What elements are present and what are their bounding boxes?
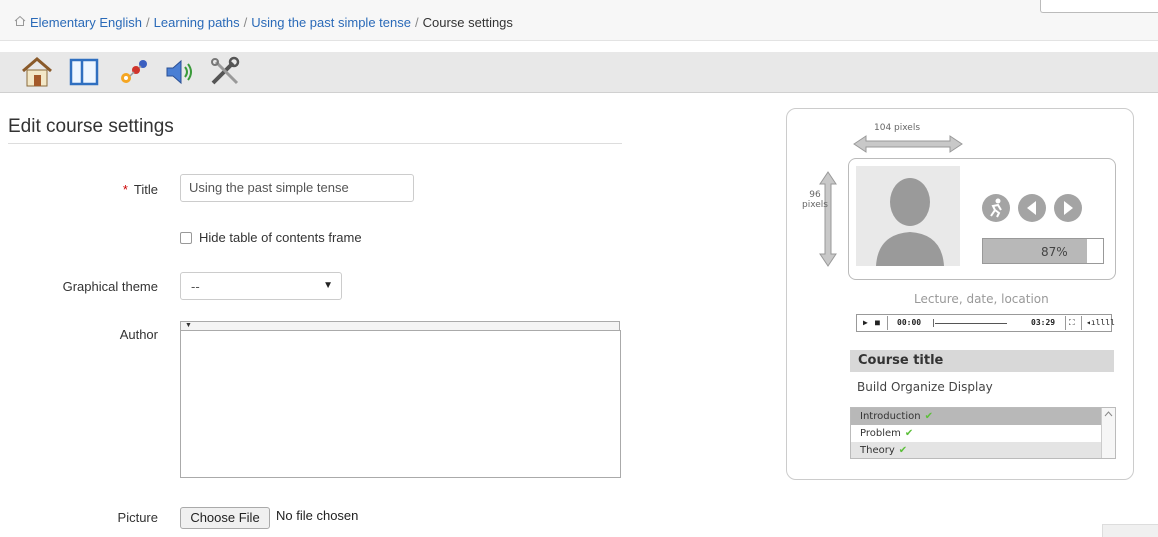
- toc-item[interactable]: Theory ✔: [851, 442, 1103, 458]
- volume-icon[interactable]: ◂ıllll: [1086, 318, 1115, 327]
- chevron-down-icon: ▼: [323, 280, 333, 291]
- breadcrumb: Elementary English / Learning paths / Using …: [30, 15, 513, 30]
- menu-item-organize[interactable]: Organize: [891, 380, 945, 394]
- toc-item[interactable]: Introduction ✔: [851, 408, 1103, 425]
- media-start-time: 00:00: [897, 318, 922, 327]
- breadcrumb-separator: /: [146, 15, 150, 30]
- media-divider: [887, 316, 888, 330]
- toolbar: [0, 52, 1158, 93]
- title-input[interactable]: Using the past simple tense: [180, 174, 414, 202]
- build-icon: [121, 60, 147, 83]
- course-title: Course title: [858, 353, 944, 368]
- toc-item-label: Problem: [860, 428, 901, 439]
- breadcrumb-bar: Elementary English / Learning paths / Using …: [0, 0, 1158, 41]
- breadcrumb-link-learning-paths[interactable]: Learning paths: [154, 15, 240, 30]
- no-file-text: No file chosen: [276, 508, 359, 523]
- stop-icon[interactable]: ■: [875, 318, 880, 327]
- progress-text: 87%: [1041, 245, 1068, 259]
- preview-menu: Build Organize Display: [857, 380, 993, 394]
- theme-label: Graphical theme: [62, 279, 158, 294]
- toc-layout-button[interactable]: [68, 56, 102, 88]
- menu-item-build[interactable]: Build: [857, 380, 887, 394]
- search-box-edge[interactable]: [1040, 0, 1158, 13]
- breadcrumb-link-course[interactable]: Elementary English: [30, 15, 142, 30]
- height-label: 96 pixels: [800, 190, 830, 210]
- title-divider: [8, 143, 622, 144]
- progress-fill: [983, 239, 1088, 263]
- width-arrow-icon: [853, 135, 963, 153]
- avatar-silhouette-icon: [876, 178, 944, 266]
- audio-icon: [166, 59, 192, 85]
- media-end-time: 03:29: [1031, 318, 1056, 327]
- scroll-up-icon[interactable]: [1102, 408, 1115, 420]
- seek-track[interactable]: [935, 323, 1007, 324]
- choose-file-button[interactable]: Choose File: [180, 507, 270, 529]
- title-label: * Title: [100, 182, 158, 197]
- previous-button[interactable]: [1018, 194, 1046, 222]
- runner-button[interactable]: [982, 194, 1010, 222]
- audio-button[interactable]: [164, 56, 198, 88]
- editor-toolbar[interactable]: ▼: [180, 321, 620, 330]
- check-icon: ✔: [898, 445, 908, 456]
- width-label: 104 pixels: [874, 123, 921, 133]
- home-icon: [22, 57, 52, 87]
- toc-item-label: Introduction: [860, 411, 921, 422]
- breadcrumb-separator: /: [414, 15, 419, 30]
- toolbar-toggle-icon[interactable]: ▼: [185, 322, 192, 330]
- lecture-info: Lecture, date, location: [914, 292, 1049, 306]
- course-title-bar: Course title: [850, 350, 1114, 372]
- toc-item[interactable]: Problem ✔: [851, 425, 1103, 442]
- height-arrow-icon: [819, 171, 837, 267]
- avatar: [856, 166, 960, 266]
- breadcrumb-link-path[interactable]: Using the past simple tense: [251, 15, 411, 30]
- menu-item-display[interactable]: Display: [949, 380, 993, 394]
- theme-select-value: --: [191, 279, 200, 294]
- picture-label: Picture: [117, 510, 158, 525]
- author-label: Author: [119, 327, 158, 342]
- home-icon[interactable]: [14, 15, 26, 27]
- play-icon[interactable]: ▶: [863, 318, 868, 327]
- media-player: ▶ ■ 00:00 | 03:29 ⛶ ◂ıllll: [856, 314, 1115, 332]
- height-unit: pixels: [802, 200, 828, 210]
- bottom-corner-widget: [1102, 524, 1158, 537]
- required-mark: *: [122, 182, 128, 197]
- build-button[interactable]: [116, 56, 150, 88]
- page-title: Edit course settings: [8, 116, 174, 137]
- hide-toc-label: Hide table of contents frame: [199, 230, 362, 245]
- height-value: 96: [809, 190, 821, 200]
- check-icon: ✔: [904, 428, 914, 439]
- author-editor[interactable]: [180, 330, 621, 478]
- check-icon: ✔: [924, 411, 933, 422]
- breadcrumb-current: Course settings: [422, 15, 513, 30]
- toc-layout-icon: [69, 58, 99, 86]
- next-icon: [1064, 201, 1073, 215]
- toc-scrollbar[interactable]: [1101, 408, 1115, 458]
- progress-bar: 87%: [982, 238, 1104, 264]
- settings-icon: [211, 56, 240, 85]
- hide-toc-checkbox[interactable]: [180, 232, 192, 244]
- media-divider: [1065, 316, 1066, 330]
- fullscreen-icon[interactable]: ⛶: [1069, 318, 1075, 328]
- media-divider: [1081, 316, 1082, 330]
- theme-select[interactable]: -- ▼: [180, 272, 342, 300]
- settings-button[interactable]: [208, 56, 242, 88]
- toc-list: Introduction ✔ Problem ✔ Theory ✔: [850, 407, 1116, 459]
- toc-item-label: Theory: [860, 445, 895, 456]
- previous-icon: [1027, 201, 1036, 215]
- breadcrumb-separator: /: [243, 15, 248, 30]
- home-button[interactable]: [20, 56, 54, 88]
- title-label-text: Title: [133, 182, 158, 197]
- next-button[interactable]: [1054, 194, 1082, 222]
- runner-icon: [990, 198, 1002, 218]
